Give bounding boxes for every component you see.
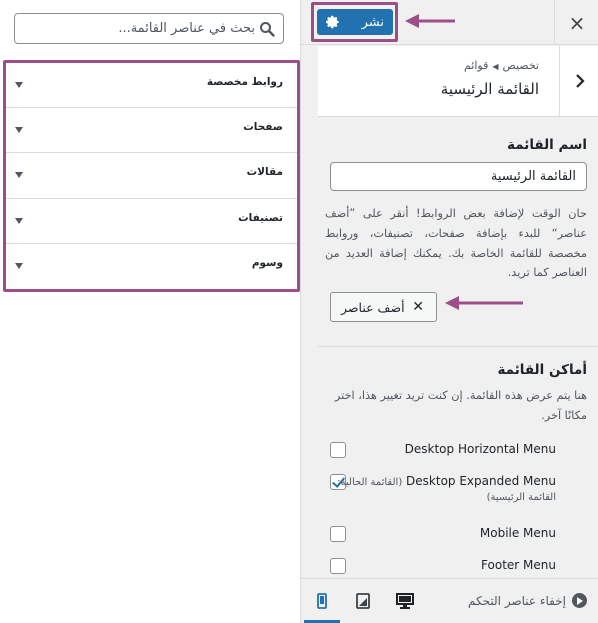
breadcrumb-child: قوائم	[463, 59, 489, 72]
section-header-card: تخصيص◀قوائم القائمة الرئيسية	[318, 46, 598, 117]
tablet-icon	[356, 593, 370, 609]
caret-down-icon	[15, 127, 23, 134]
customizer-root: روابط مخصصة صفحات مقالات تصنيفات وسوم	[0, 0, 598, 623]
page-title: القائمة الرئيسية	[440, 80, 539, 98]
search-box	[14, 13, 284, 44]
section-title: روابط مخصصة	[206, 76, 283, 88]
menu-locations-label: أماكن القائمة	[497, 362, 587, 378]
gear-icon[interactable]	[326, 15, 340, 29]
location-label: Desktop Horizontal Menu	[404, 442, 556, 456]
locations-help-text: هنا يتم عرض هذه القائمة. إن كنت تريد تغي…	[334, 389, 587, 422]
menu-settings-body: اسم القائمة حان الوقت لإضافة بعض الروابط…	[318, 118, 598, 578]
location-checkbox[interactable]	[330, 442, 346, 458]
location-checkbox[interactable]	[330, 526, 346, 542]
caret-down-icon	[15, 172, 23, 179]
section-custom-links[interactable]: روابط مخصصة	[6, 63, 297, 109]
chevron-right-icon	[575, 74, 585, 88]
caret-down-icon	[15, 262, 23, 269]
play-icon	[572, 593, 587, 608]
mobile-icon	[317, 593, 327, 609]
section-title: تصنيفات	[238, 211, 283, 224]
divider	[318, 346, 598, 347]
item-sections-list: روابط مخصصة صفحات مقالات تصنيفات وسوم	[3, 60, 300, 292]
section-pages[interactable]: صفحات	[6, 108, 297, 154]
location-label: Desktop Expanded Menu (القائمة الحالية:	[337, 474, 556, 488]
location-checkbox[interactable]	[330, 558, 346, 574]
customizer-sidebar: نشر × تخصيص◀قوائم القائمة الرئيسية اسم ا…	[300, 0, 598, 623]
caret-down-icon	[15, 217, 23, 224]
location-label: Mobile Menu	[479, 526, 556, 540]
available-items-panel: روابط مخصصة صفحات مقالات تصنيفات وسوم	[0, 0, 300, 623]
tablet-preview-button[interactable]	[353, 591, 373, 611]
close-icon: ×	[568, 10, 586, 35]
breadcrumb-root: تخصيص	[502, 59, 540, 72]
location-label: Footer Menu	[481, 558, 556, 572]
hide-controls-button[interactable]: إخفاء عناصر التحكم	[468, 593, 587, 608]
header-bar: نشر ×	[301, 0, 598, 45]
current-menu-note: القائمة الرئيسية)	[486, 492, 556, 503]
hide-controls-label: إخفاء عناصر التحكم	[468, 593, 566, 608]
publish-label: نشر	[361, 14, 384, 30]
annotation-arrow-icon	[405, 14, 455, 28]
search-icon	[260, 22, 275, 37]
section-categories[interactable]: تصنيفات	[6, 199, 297, 244]
section-title: وسوم	[251, 256, 283, 269]
add-items-label: أضف عناصر	[341, 299, 405, 315]
desktop-icon	[396, 593, 414, 609]
close-icon: ✕	[412, 299, 424, 315]
section-title: مقالات	[246, 166, 283, 179]
publish-highlight: نشر	[311, 2, 398, 42]
help-text: حان الوقت لإضافة بعض الروابط! أنقر على ”…	[325, 207, 587, 280]
close-button[interactable]: ×	[554, 0, 598, 45]
search-input[interactable]	[29, 18, 255, 39]
menu-name-field[interactable]	[330, 162, 587, 191]
caret-down-icon	[15, 82, 23, 88]
mobile-preview-button[interactable]	[304, 591, 340, 623]
desktop-preview-button[interactable]	[395, 591, 415, 611]
menu-name-label: اسم القائمة	[507, 137, 587, 153]
publish-button[interactable]: نشر	[317, 9, 393, 35]
section-title: صفحات	[243, 121, 283, 134]
add-items-button[interactable]: ✕ أضف عناصر	[330, 292, 437, 322]
annotation-arrow-icon	[445, 296, 523, 310]
caret-left-icon: ◀	[492, 62, 499, 71]
breadcrumb: تخصيص◀قوائم	[464, 59, 539, 72]
section-tags[interactable]: وسوم	[6, 244, 297, 289]
section-posts[interactable]: مقالات	[6, 153, 297, 199]
footer-bar: إخفاء عناصر التحكم	[301, 578, 598, 623]
back-button[interactable]	[559, 46, 598, 116]
